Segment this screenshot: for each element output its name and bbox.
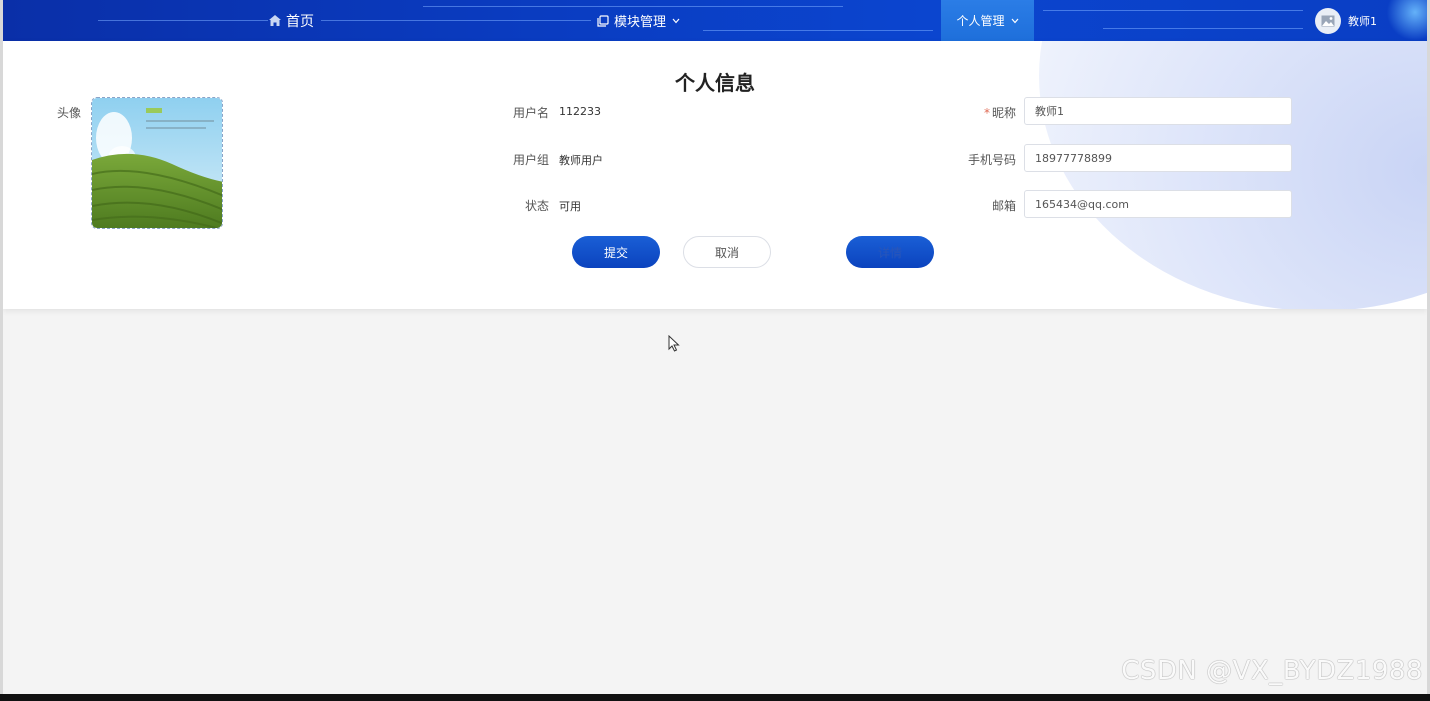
email-label: 邮箱 [991,199,1016,213]
image-icon [1321,15,1335,27]
usergroup-value: 教师用户 [559,154,603,167]
required-mark: * [983,106,990,120]
mouse-cursor-icon [668,334,680,356]
detail-button[interactable]: 详情 [846,236,934,268]
nickname-label-text: 昵称 [991,106,1016,120]
page-title: 个人信息 [675,71,755,95]
nav-user-menu[interactable]: 教师1 [1315,7,1377,35]
nav-home[interactable]: 首页 [269,0,314,41]
username-value: 112233 [559,105,601,118]
usergroup-label: 用户组 [512,153,549,167]
submit-button[interactable]: 提交 [572,236,660,268]
nav-personal[interactable]: 个人管理 [941,0,1034,41]
chevron-down-icon [1011,18,1019,24]
home-icon [269,15,281,26]
copy-icon [597,14,609,27]
email-input[interactable] [1024,190,1292,218]
chevron-down-icon [672,18,680,24]
phone-input[interactable] [1024,144,1292,172]
nav-modules-label: 模块管理 [614,15,667,30]
nav-decor-line [321,20,591,21]
profile-card: 个人信息 头像 用户名 112233 用户组 教师用户 状态 可用 * 昵称 教… [3,41,1427,309]
watermark: CSDN @VX_BYDZ1988 [1121,656,1423,686]
nav-decor-line [1043,10,1303,11]
phone-label: 手机号码 [967,153,1016,167]
nav-modules[interactable]: 模块管理 [597,0,680,41]
avatar-image [92,98,222,228]
username-label: 用户名 [512,106,549,120]
nickname-label: * 昵称 [943,104,1016,121]
user-avatar [1315,8,1341,34]
nav-decor-line [1103,28,1303,29]
bottom-edge-bar [0,694,1430,701]
nav-decor-line [98,20,268,21]
status-label: 状态 [524,199,549,213]
nickname-input[interactable] [1024,97,1292,125]
nav-decor-line [703,30,933,31]
nav-personal-label: 个人管理 [956,14,1005,28]
app-window: 首页 模块管理 个人管理 教师1 个人信息 头像 用户名 112233 用户组 … [0,0,1430,701]
nav-decor-glow [1387,0,1427,41]
top-navbar: 首页 模块管理 个人管理 教师1 [3,0,1427,41]
nav-user-name: 教师1 [1348,15,1377,28]
cancel-button[interactable]: 取消 [683,236,771,268]
status-value: 可用 [559,200,581,213]
avatar-upload[interactable] [91,97,223,229]
nav-home-label: 首页 [286,13,314,30]
avatar-label: 头像 [56,106,81,120]
